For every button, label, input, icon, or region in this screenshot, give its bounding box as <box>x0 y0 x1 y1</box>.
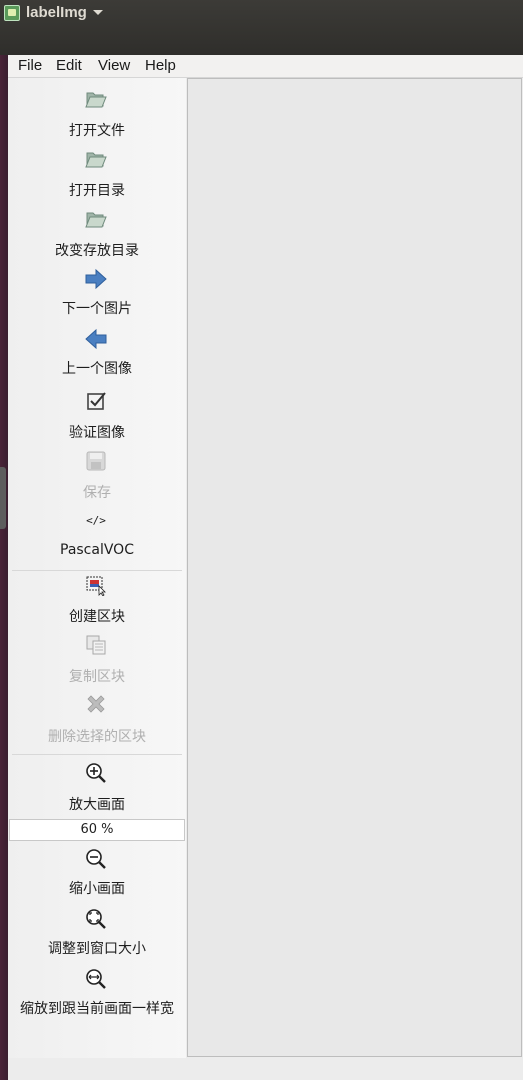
create-box-label: 创建区块 <box>69 609 125 625</box>
fit-width-icon <box>86 969 106 989</box>
app-icon <box>4 5 20 21</box>
checkbox-icon <box>87 392 106 410</box>
fit-width-button[interactable]: 缩放到跟当前画面一样宽 <box>8 968 186 1020</box>
toolbar-separator <box>12 570 182 571</box>
prev-image-label: 上一个图像 <box>62 361 132 377</box>
verify-image-button[interactable]: 验证图像 <box>8 390 186 442</box>
launcher-handle[interactable] <box>0 467 6 529</box>
delete-box-button[interactable]: 删除选择的区块 <box>8 694 186 746</box>
arrow-left-icon <box>85 328 107 350</box>
menu-bar: File Edit View Help <box>8 55 523 78</box>
launcher-strip <box>0 55 8 1080</box>
copy-icon <box>86 635 106 655</box>
folder-open-icon <box>85 152 107 168</box>
toolbar-separator <box>12 754 182 755</box>
zoom-out-icon <box>86 849 106 869</box>
fit-window-icon <box>86 909 106 929</box>
menu-file[interactable]: File <box>18 57 42 74</box>
zoom-in-button[interactable]: 放大画面 <box>8 762 186 814</box>
create-box-icon <box>86 576 106 596</box>
fit-window-label: 调整到窗口大小 <box>48 941 146 957</box>
menu-edit[interactable]: Edit <box>56 57 82 74</box>
top-panel: labelImg <box>0 0 523 55</box>
status-bar <box>8 1058 523 1080</box>
open-dir-button[interactable]: 打开目录 <box>8 148 186 202</box>
open-dir-label: 打开目录 <box>69 183 125 199</box>
folder-open-icon <box>85 212 107 228</box>
folder-open-icon <box>85 92 107 108</box>
zoom-out-label: 缩小画面 <box>69 881 125 897</box>
format-button[interactable]: </> PascalVOC <box>8 510 186 562</box>
change-save-dir-button[interactable]: 改变存放目录 <box>8 208 186 262</box>
duplicate-box-button[interactable]: 复制区块 <box>8 634 186 686</box>
create-box-button[interactable]: 创建区块 <box>8 574 186 626</box>
change-save-dir-label: 改变存放目录 <box>55 243 139 259</box>
save-label: 保存 <box>83 485 111 501</box>
app-name[interactable]: labelImg <box>26 4 87 21</box>
zoom-level-input[interactable]: 60 % <box>9 819 185 841</box>
menu-help[interactable]: Help <box>145 57 176 74</box>
open-file-button[interactable]: 打开文件 <box>8 88 186 142</box>
fit-width-label: 缩放到跟当前画面一样宽 <box>20 1001 174 1017</box>
delete-x-icon <box>87 695 105 713</box>
fit-window-button[interactable]: 调整到窗口大小 <box>8 908 186 960</box>
image-canvas[interactable] <box>187 78 522 1057</box>
next-image-label: 下一个图片 <box>62 301 132 317</box>
verify-image-label: 验证图像 <box>69 425 125 441</box>
duplicate-box-label: 复制区块 <box>69 669 125 685</box>
delete-box-label: 删除选择的区块 <box>48 729 146 745</box>
format-label: PascalVOC <box>60 542 134 558</box>
code-icon: </> <box>86 514 106 527</box>
open-file-label: 打开文件 <box>69 123 125 139</box>
prev-image-button[interactable]: 上一个图像 <box>8 328 186 380</box>
menu-view[interactable]: View <box>98 57 130 74</box>
next-image-button[interactable]: 下一个图片 <box>8 268 186 320</box>
save-button[interactable]: 保存 <box>8 450 186 502</box>
zoom-in-icon <box>86 763 106 783</box>
arrow-right-icon <box>85 268 107 290</box>
zoom-out-button[interactable]: 缩小画面 <box>8 848 186 900</box>
floppy-disk-icon <box>86 451 106 471</box>
zoom-in-label: 放大画面 <box>69 797 125 813</box>
toolbar: 打开文件 打开目录 改变存放目录 下一个图片 上一个图像 验证图像 保存 </>… <box>8 78 186 1058</box>
chevron-down-icon[interactable] <box>93 10 103 15</box>
